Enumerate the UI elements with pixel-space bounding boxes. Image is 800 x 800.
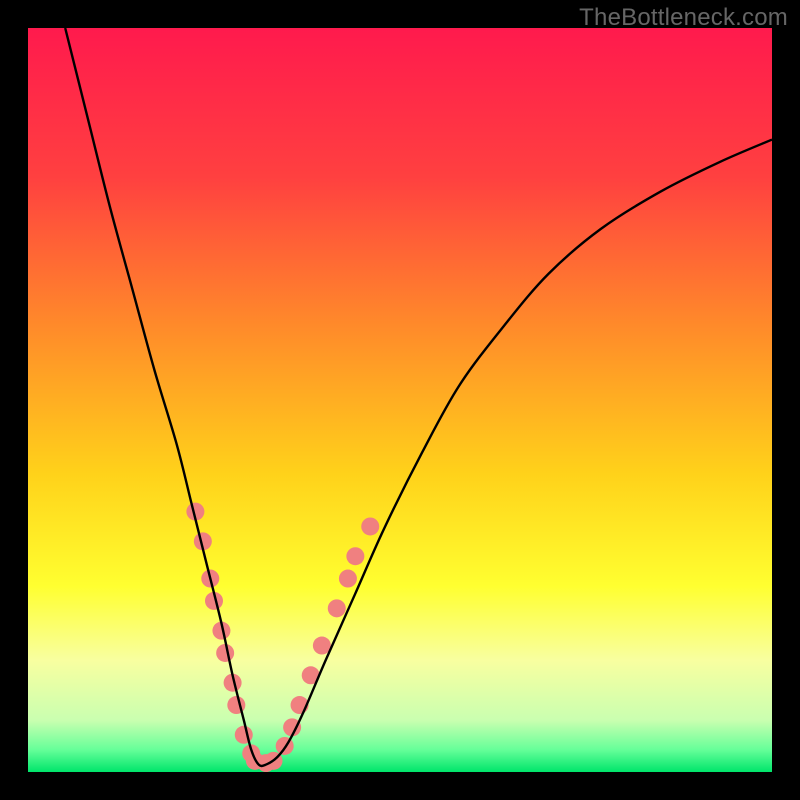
- marker-point: [216, 644, 234, 662]
- marker-point: [235, 726, 253, 744]
- watermark-text: TheBottleneck.com: [579, 4, 788, 32]
- marker-point: [361, 517, 379, 535]
- marker-point: [346, 547, 364, 565]
- bottleneck-chart: [28, 28, 772, 772]
- chart-frame: TheBottleneck.com: [0, 0, 800, 800]
- marker-point: [339, 570, 357, 588]
- marker-point: [328, 599, 346, 617]
- plot-area: [28, 28, 772, 772]
- gradient-background: [28, 28, 772, 772]
